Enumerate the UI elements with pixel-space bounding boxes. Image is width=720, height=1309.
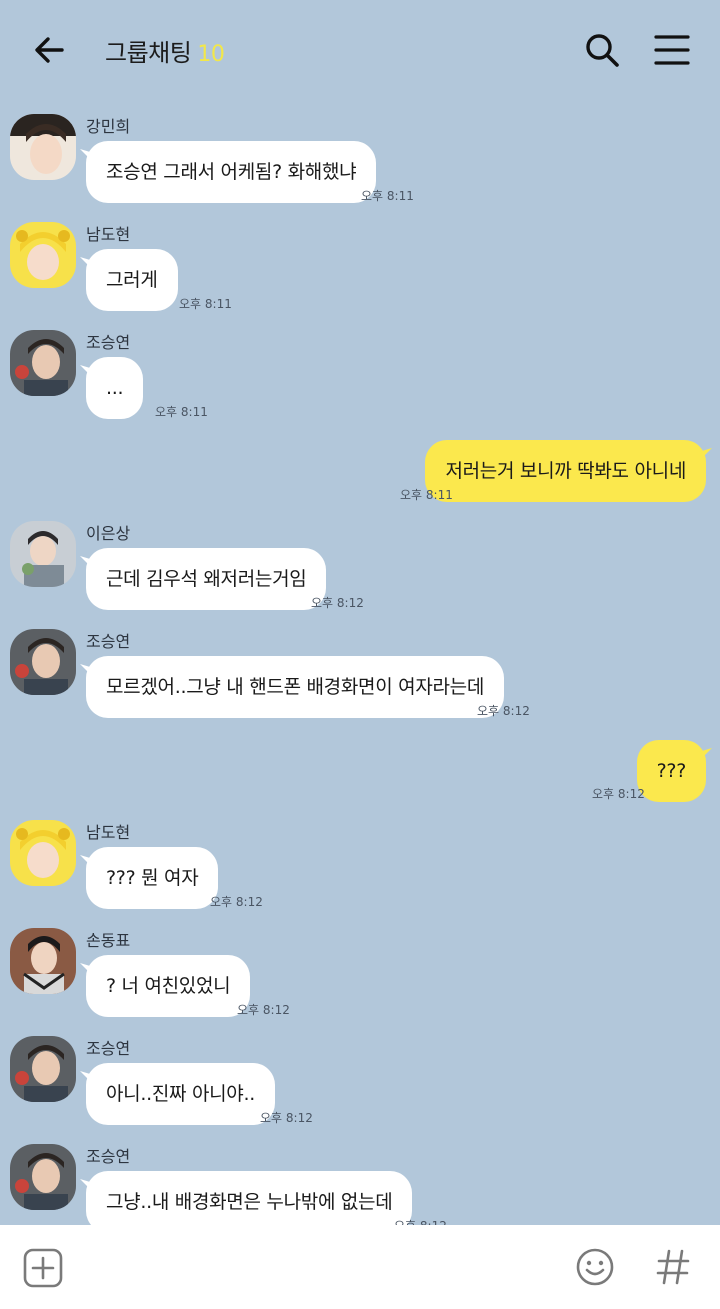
sender-name: 조승연: [86, 632, 131, 651]
sender-name: 남도현: [86, 225, 131, 244]
avatar[interactable]: [10, 114, 76, 180]
avatar[interactable]: [10, 1144, 76, 1210]
back-button[interactable]: [28, 28, 72, 72]
plus-square-icon: [23, 1248, 63, 1288]
message-bubble[interactable]: 근데 김우석 왜저러는거임: [86, 548, 327, 610]
search-icon: [586, 34, 619, 67]
search-button[interactable]: [580, 28, 624, 72]
chat-room-name: 그룹채팅: [105, 39, 192, 67]
message-bubble[interactable]: 아니..진짜 아니야..: [86, 1063, 275, 1125]
hashtag-button[interactable]: [652, 1246, 694, 1288]
avatar[interactable]: [10, 222, 76, 288]
sender-name: 강민희: [86, 117, 131, 136]
avatar[interactable]: [10, 928, 76, 994]
message-bubble[interactable]: 그러게: [86, 249, 178, 311]
message-time: 오후 8:12: [592, 787, 645, 801]
message-bubble[interactable]: ? 너 여친있었니: [86, 955, 251, 1017]
message-time: 오후 8:11: [155, 405, 208, 419]
message-bubble[interactable]: 조승연 그래서 어케됨? 화해했냐: [86, 141, 377, 203]
avatar[interactable]: [10, 521, 76, 587]
hamburger-menu-icon: [654, 35, 690, 65]
message-time: 오후 8:11: [361, 189, 414, 203]
message-bubble[interactable]: 저러는거 보니까 딱봐도 아니네: [425, 440, 706, 502]
chat-title: 그룹채팅 10: [105, 33, 225, 68]
message-time: 오후 8:12: [237, 1003, 290, 1017]
avatar[interactable]: [10, 629, 76, 695]
message-input-bar: [0, 1225, 720, 1309]
arrow-left-icon: [35, 37, 64, 63]
avatar[interactable]: [10, 330, 76, 396]
menu-button[interactable]: [650, 28, 694, 72]
message-bubble[interactable]: ...: [86, 357, 144, 419]
message-time: 오후 8:12: [311, 596, 364, 610]
emoji-button[interactable]: [574, 1246, 616, 1288]
message-time: 오후 8:12: [210, 895, 263, 909]
smiley-icon: [576, 1248, 614, 1286]
message-bubble[interactable]: ??? 뭔 여자: [86, 847, 219, 909]
avatar[interactable]: [10, 820, 76, 886]
sender-name: 손동표: [86, 931, 131, 950]
message-bubble[interactable]: 모르겠어..그냥 내 핸드폰 배경화면이 여자라는데: [86, 656, 505, 718]
member-count: 10: [197, 42, 225, 67]
sender-name: 남도현: [86, 823, 131, 842]
hashtag-icon: [656, 1249, 690, 1285]
sender-name: 이은상: [86, 524, 131, 543]
message-time: 오후 8:12: [260, 1111, 313, 1125]
sender-name: 조승연: [86, 1039, 131, 1058]
message-time: 오후 8:12: [477, 704, 530, 718]
chat-header: 그룹채팅 10: [0, 0, 720, 100]
avatar[interactable]: [10, 1036, 76, 1102]
message-bubble[interactable]: ???: [636, 740, 706, 802]
message-bubble[interactable]: 그냥..내 배경화면은 누나밖에 없는데: [86, 1171, 413, 1233]
attach-button[interactable]: [22, 1247, 64, 1289]
message-time: 오후 8:11: [400, 488, 453, 502]
message-time: 오후 8:11: [179, 297, 232, 311]
sender-name: 조승연: [86, 1147, 131, 1166]
sender-name: 조승연: [86, 333, 131, 352]
